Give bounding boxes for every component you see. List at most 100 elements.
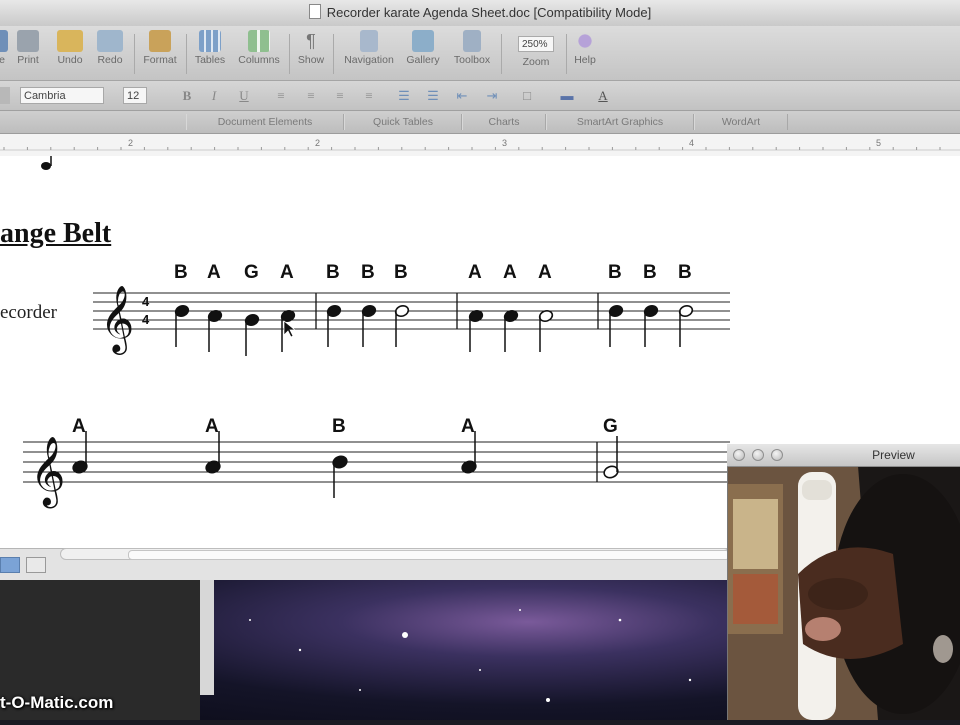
view-normal-icon[interactable] — [0, 557, 20, 573]
note-letter-label: A — [503, 262, 517, 283]
toolbar-columns-button[interactable]: Columns — [233, 30, 285, 66]
toolbar-separator — [333, 34, 334, 74]
note-letter-label: B — [326, 262, 340, 283]
ribbon-tabs: Document Elements Quick Tables Charts Sm… — [0, 111, 960, 134]
table-grid-icon — [199, 30, 221, 52]
toolbar-zoom-control[interactable]: 250% Zoom — [506, 30, 566, 68]
ruler-mark: 3 — [502, 138, 507, 148]
watermark-text: t-O-Matic.com — [0, 693, 114, 712]
numbered-list-icon[interactable]: ☰ — [395, 87, 413, 104]
tab-wordart[interactable]: WordArt — [694, 114, 788, 130]
horizontal-ruler[interactable]: 2 2 3 4 5 — [0, 134, 960, 157]
ruler-mark: 4 — [689, 138, 694, 148]
preview-title-bar[interactable]: Preview — [727, 444, 960, 467]
close-button[interactable] — [733, 449, 745, 461]
toolbar-separator — [501, 34, 502, 74]
note-letter-label: G — [603, 416, 618, 437]
ruler-mark: 2 — [315, 138, 320, 148]
tab-charts[interactable]: Charts — [462, 114, 546, 130]
increase-indent-icon[interactable]: ⇥ — [483, 87, 501, 104]
toolbar-separator — [566, 34, 567, 74]
ruler-mark: 2 — [128, 138, 133, 148]
preview-title: Preview — [872, 448, 915, 462]
bulleted-list-icon[interactable]: ☰ — [424, 87, 442, 104]
view-layout-icon[interactable] — [26, 557, 46, 573]
tab-quick-tables[interactable]: Quick Tables — [344, 114, 462, 130]
toolbox-icon — [463, 30, 481, 52]
redo-icon — [97, 30, 123, 52]
note-letter-label: A — [207, 262, 221, 283]
underline-button[interactable]: U — [235, 87, 253, 104]
borders-icon[interactable]: □ — [518, 87, 536, 104]
decrease-indent-icon[interactable]: ⇤ — [453, 87, 471, 104]
toolbar-gallery-button[interactable]: Gallery — [403, 30, 443, 66]
save-icon — [0, 30, 8, 52]
note-letter-label: G — [244, 262, 259, 283]
toolbar-tables-button[interactable]: Tables — [190, 30, 230, 66]
toolbar-save-button[interactable]: e — [0, 30, 10, 66]
style-dropdown-edge[interactable] — [0, 87, 10, 104]
note-letter-label: A — [280, 262, 294, 283]
note-letter-label: B — [394, 262, 408, 283]
treble-clef-icon: 𝄞 — [30, 436, 65, 508]
background-window-scrollbar[interactable] — [200, 580, 214, 695]
window-title-bar: Recorder karate Agenda Sheet.doc [Compat… — [0, 0, 960, 27]
justify-icon[interactable]: ≡ — [360, 87, 378, 104]
staff-1: 𝄞 4 4 BAGABBBAAABBB — [93, 262, 730, 356]
toolbar-toolbox-button[interactable]: Toolbox — [448, 30, 496, 66]
sheet-music: 𝄞 4 4 BAGABBBAAABBB 𝄞 AABAG — [23, 156, 730, 508]
note-letter-label: B — [678, 262, 692, 283]
pilcrow-icon: ¶ — [306, 31, 316, 51]
toolbar-show-button[interactable]: ¶ Show — [293, 30, 329, 66]
staff-2: 𝄞 A A B A G — [23, 416, 730, 508]
toolbar-undo-button[interactable]: Undo — [50, 30, 90, 66]
align-left-icon[interactable]: ≡ — [272, 87, 290, 104]
tab-smartart-graphics[interactable]: SmartArt Graphics — [546, 114, 694, 130]
align-center-icon[interactable]: ≡ — [302, 87, 320, 104]
navigation-pane-icon — [360, 30, 378, 52]
toolbar-navigation-button[interactable]: Navigation — [337, 30, 401, 66]
standard-toolbar: e Print Undo Redo Format Tables Columns … — [0, 26, 960, 81]
font-color-button[interactable]: A — [594, 87, 612, 104]
undo-icon — [57, 30, 83, 52]
note-letter-label: B — [174, 262, 188, 283]
align-right-icon[interactable]: ≡ — [331, 87, 349, 104]
note-letter-label: A — [205, 416, 219, 437]
note-letter-label: B — [608, 262, 622, 283]
zoom-field[interactable]: 250% — [518, 36, 554, 52]
note-letter-label: A — [538, 262, 552, 283]
italic-button[interactable]: I — [205, 87, 223, 104]
note-letter-label: B — [361, 262, 375, 283]
printer-icon — [17, 30, 39, 52]
ruler-mark: 5 — [876, 138, 881, 148]
note-letter-label: A — [461, 416, 475, 437]
mouse-cursor-icon — [283, 320, 296, 338]
zoom-button[interactable] — [771, 449, 783, 461]
treble-clef-icon: 𝄞 — [100, 284, 134, 355]
time-sig-bottom: 4 — [142, 312, 150, 327]
minimize-button[interactable] — [752, 449, 764, 461]
font-size-field[interactable]: 12 — [123, 87, 147, 104]
toolbar-print-button[interactable]: Print — [13, 30, 43, 66]
font-name-field[interactable]: Cambria — [20, 87, 104, 104]
note-letter-label: B — [643, 262, 657, 283]
toolbar-format-button[interactable]: Format — [138, 30, 182, 66]
tab-document-elements[interactable]: Document Elements — [186, 114, 344, 130]
gallery-icon — [412, 30, 434, 52]
toolbar-separator — [186, 34, 187, 74]
format-brush-icon — [149, 30, 171, 52]
scrollbar-thumb[interactable] — [128, 550, 730, 560]
help-icon — [574, 30, 596, 52]
bold-button[interactable]: B — [178, 87, 196, 104]
note-letter-label: A — [72, 416, 86, 437]
highlight-icon[interactable]: ▬ — [556, 87, 578, 104]
time-sig-top: 4 — [142, 294, 150, 309]
toolbar-help-button[interactable]: Help — [570, 30, 600, 66]
toolbar-redo-button[interactable]: Redo — [92, 30, 128, 66]
toolbar-separator — [289, 34, 290, 74]
webcam-video — [728, 466, 960, 720]
preview-window[interactable] — [727, 444, 960, 720]
window-title: Recorder karate Agenda Sheet.doc [Compat… — [326, 5, 652, 20]
formatting-toolbar: Cambria 12 B I U ≡ ≡ ≡ ≡ ☰ ☰ ⇤ ⇥ □ ▬ A — [0, 81, 960, 111]
document-icon — [308, 4, 321, 19]
